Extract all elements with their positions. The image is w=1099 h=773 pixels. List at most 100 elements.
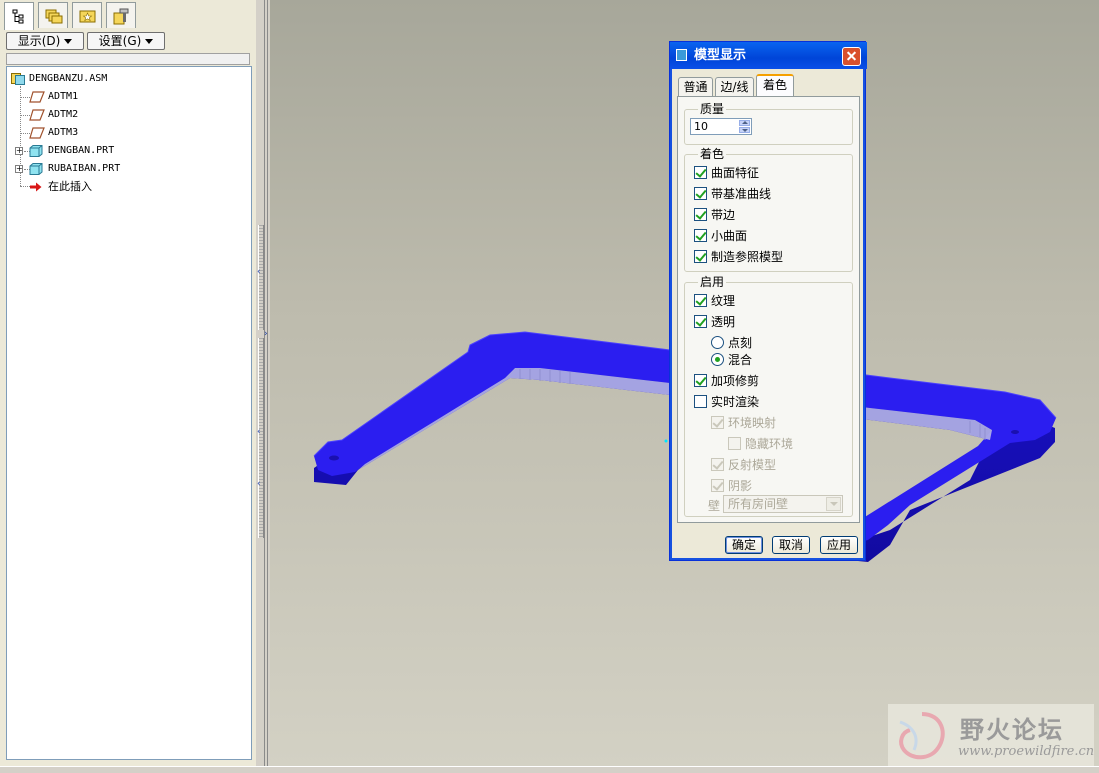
blend-radio[interactable] — [711, 353, 724, 366]
stipple-radio[interactable] — [711, 336, 724, 349]
chevron-down-icon — [742, 129, 748, 132]
transparency-label: 透明 — [711, 315, 736, 329]
with-edges-checkbox[interactable] — [694, 208, 707, 221]
close-button[interactable] — [842, 47, 861, 66]
hide-env-label: 隐藏环境 — [745, 437, 794, 451]
tree-row-adtm1[interactable]: ADTM1 — [29, 89, 209, 105]
watermark-url: www.proewildfire.cn — [958, 744, 1095, 759]
datum-curves-checkbox[interactable] — [694, 187, 707, 200]
tree-row-dengban[interactable]: DENGBAN.PRT — [29, 143, 209, 159]
realtime-render-checkbox[interactable] — [694, 395, 707, 408]
display-menu-button[interactable]: 显示(D) — [6, 32, 84, 50]
tree-row-root[interactable]: DENGBANZU.ASM — [11, 71, 211, 87]
texture-checkbox[interactable] — [694, 294, 707, 307]
realtime-render-label: 实时渲染 — [711, 395, 760, 409]
origin-point — [664, 439, 668, 443]
tab-connections[interactable] — [106, 2, 136, 28]
tree-label: ADTM1 — [48, 91, 79, 102]
sash-divider — [267, 0, 268, 772]
surface-features-checkbox[interactable] — [694, 166, 707, 179]
forum-watermark: 野火论坛 www.proewildfire.cn — [888, 704, 1094, 766]
addon-trim-checkbox[interactable] — [694, 374, 707, 387]
env-mapping-label: 环境映射 — [728, 416, 777, 430]
shadow-checkbox[interactable] — [711, 479, 724, 492]
spin-down-button[interactable] — [739, 127, 750, 133]
tree-row-rubaiban[interactable]: RUBAIBAN.PRT — [29, 161, 209, 177]
shading-group-title: 着色 — [698, 147, 727, 161]
part-icon — [29, 145, 43, 157]
dialog-app-icon — [676, 49, 687, 61]
spin-up-button[interactable] — [739, 120, 750, 126]
tab-folder-browser[interactable] — [38, 2, 68, 28]
tree-label: ADTM3 — [48, 127, 79, 138]
tab-edge-line[interactable]: 边/线 — [715, 77, 754, 96]
tab-shading[interactable]: 着色 — [756, 74, 794, 97]
tree-row-insert-here[interactable]: 在此插入 — [29, 179, 209, 195]
quality-value: 10 — [694, 120, 708, 133]
tree-column-header[interactable] — [6, 53, 250, 65]
enable-group — [684, 282, 853, 517]
tree-label-root: DENGBANZU.ASM — [29, 73, 108, 84]
enable-group-title: 启用 — [698, 275, 727, 289]
surface-features-label: 曲面特征 — [711, 166, 760, 180]
hide-env-checkbox[interactable] — [728, 437, 741, 450]
texture-label: 纹理 — [711, 294, 736, 308]
navigator-panel: 显示(D) 设置(G) DENGBANZU.ASM ADTM1 ADTM2 AD… — [0, 0, 256, 772]
cancel-button[interactable]: 取消 — [772, 536, 810, 554]
panel-sash[interactable] — [256, 0, 270, 772]
quality-spinner[interactable]: 10 — [690, 118, 752, 135]
spinner-buttons — [739, 120, 750, 133]
datum-plane-icon — [29, 109, 45, 121]
favorites-icon — [79, 10, 96, 23]
tab-model-tree[interactable] — [4, 2, 34, 30]
shadow-label: 阴影 — [728, 479, 753, 493]
reflect-model-checkbox[interactable] — [711, 458, 724, 471]
wall-label: 壁 — [708, 499, 721, 513]
datum-curves-label: 带基准曲线 — [711, 187, 772, 201]
chevron-down-icon — [145, 39, 154, 44]
ok-button[interactable]: 确定 — [725, 536, 763, 554]
mfg-ref-model-checkbox[interactable] — [694, 250, 707, 263]
assembly-icon — [11, 73, 25, 85]
tree-row-adtm2[interactable]: ADTM2 — [29, 107, 209, 123]
settings-menu-label: 设置(G) — [98, 34, 142, 48]
dialog-titlebar[interactable]: 模型显示 — [670, 42, 867, 69]
wildfire-logo-icon — [899, 712, 945, 760]
chevron-down-icon — [64, 39, 73, 44]
tree-label: DENGBAN.PRT — [48, 145, 115, 156]
datum-plane-icon — [29, 91, 45, 103]
tree-row-adtm3[interactable]: ADTM3 — [29, 125, 209, 141]
transparency-checkbox[interactable] — [694, 315, 707, 328]
expand-icon[interactable]: + — [15, 147, 23, 155]
mfg-ref-model-label: 制造参照模型 — [711, 250, 784, 264]
wall-select[interactable]: 所有房间壁 — [723, 495, 843, 513]
env-mapping-checkbox[interactable] — [711, 416, 724, 429]
with-edges-label: 带边 — [711, 208, 736, 222]
tab-general[interactable]: 普通 — [678, 77, 713, 96]
collapse-arrow-icon[interactable]: ‹ — [257, 428, 265, 437]
tab-label: 普通 — [683, 80, 708, 94]
apply-button[interactable]: 应用 — [820, 536, 858, 554]
part-icon — [29, 163, 43, 175]
collapse-arrow-icon[interactable]: ‹ — [257, 268, 265, 277]
model-tree[interactable]: DENGBANZU.ASM ADTM1 ADTM2 ADTM3 + DENGBA… — [6, 66, 252, 760]
tree-label: 在此插入 — [48, 180, 92, 193]
dialog-title: 模型显示 — [694, 48, 747, 63]
settings-menu-button[interactable]: 设置(G) — [87, 32, 165, 50]
wall-select-dropdown[interactable] — [826, 497, 841, 511]
collapse-arrow-icon[interactable]: ‹ — [257, 480, 265, 489]
quality-group-title: 质量 — [698, 102, 727, 116]
small-surfaces-checkbox[interactable] — [694, 229, 707, 242]
sash-divider — [264, 0, 265, 772]
expand-icon[interactable]: + — [15, 165, 23, 173]
model-tree-icon — [12, 9, 24, 24]
small-surfaces-label: 小曲面 — [711, 229, 748, 243]
tab-favorites[interactable] — [72, 2, 102, 28]
datum-plane-icon — [29, 127, 45, 139]
cancel-label: 取消 — [778, 538, 803, 552]
reflect-model-label: 反射模型 — [728, 458, 777, 472]
connections-icon — [113, 8, 129, 25]
addon-trim-label: 加项修剪 — [711, 374, 760, 388]
wall-select-value: 所有房间壁 — [728, 497, 789, 511]
tree-label: ADTM2 — [48, 109, 79, 120]
